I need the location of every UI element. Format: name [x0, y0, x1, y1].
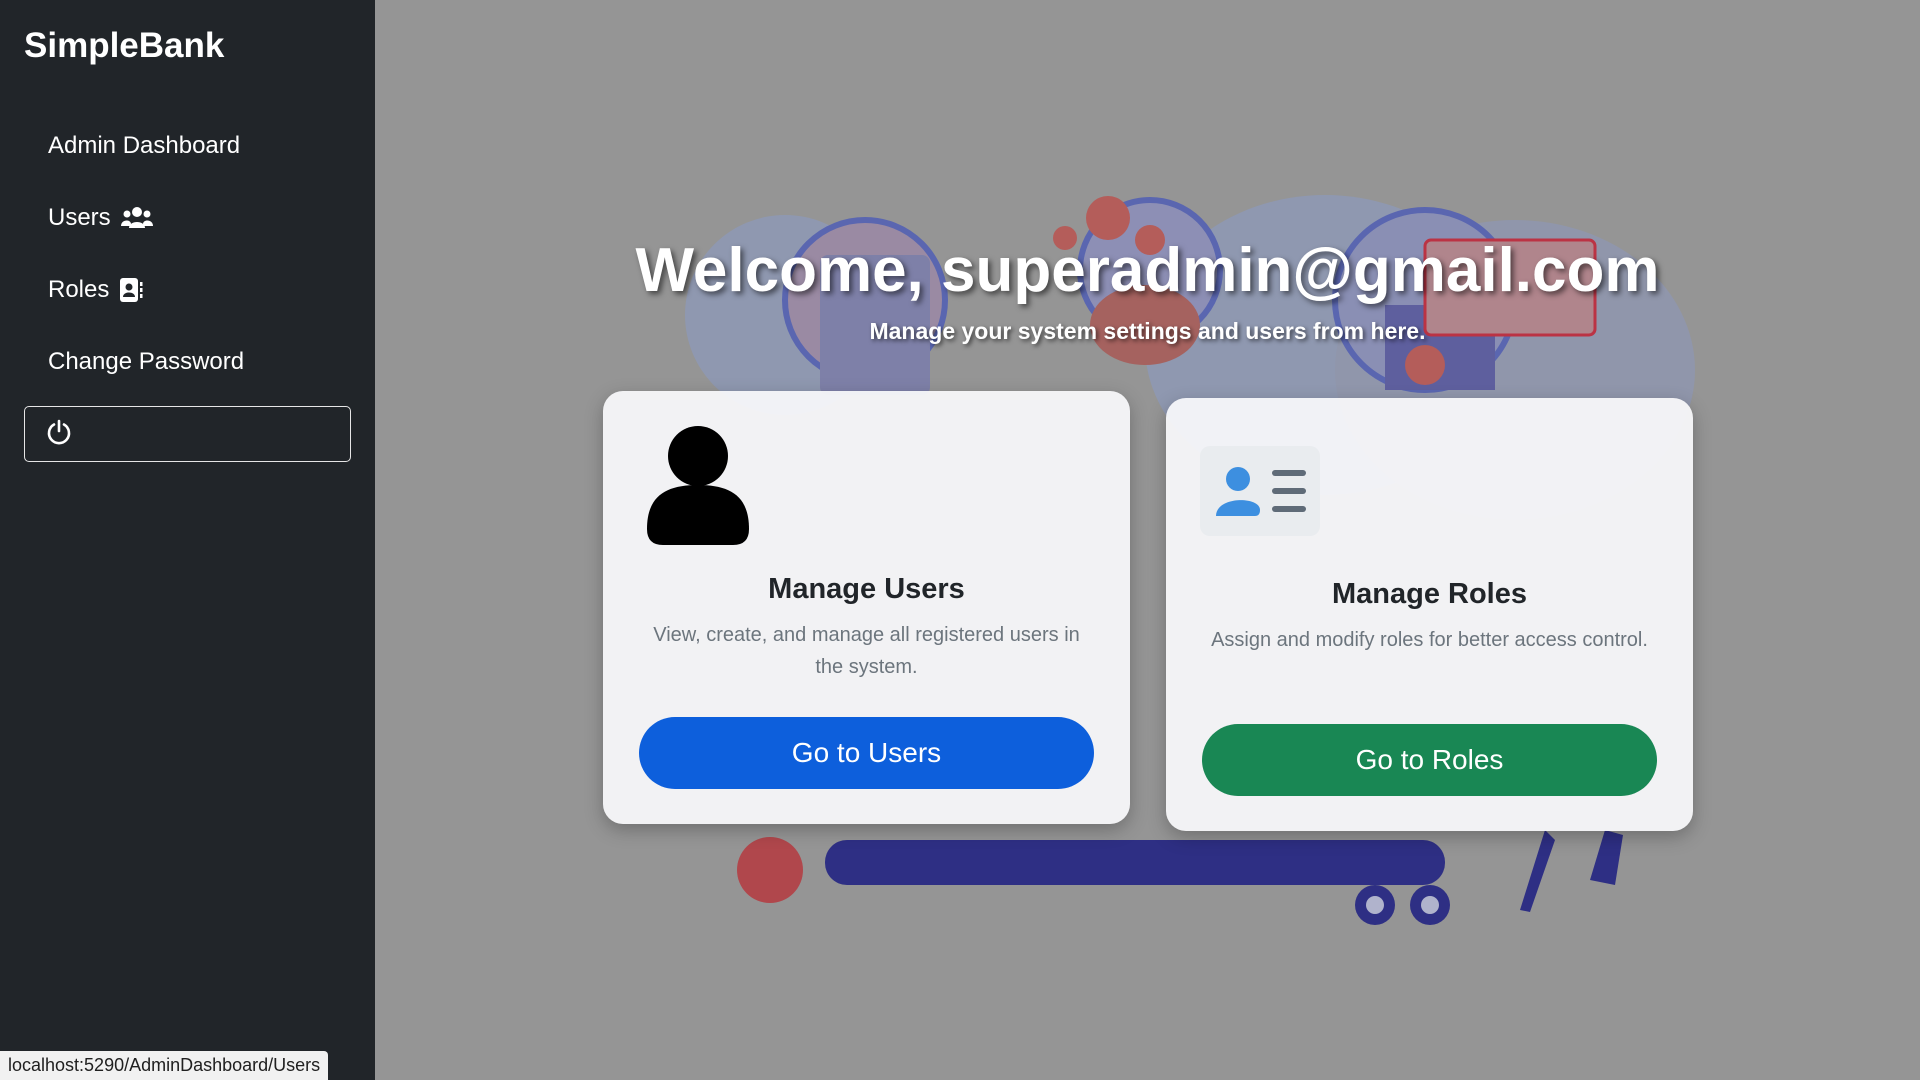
logout-button[interactable] — [24, 406, 351, 462]
sidebar: SimpleBank Admin Dashboard Users Roles C… — [0, 0, 375, 1080]
sidebar-item-label: Roles — [48, 276, 110, 303]
go-to-users-button[interactable]: Go to Users — [639, 717, 1094, 789]
main-content: Welcome, superadmin@gmail.com Manage you… — [375, 0, 1920, 1080]
sidebar-item-users[interactable]: Users — [24, 182, 351, 254]
sidebar-item-label: Admin Dashboard — [48, 132, 241, 159]
manage-roles-card: Manage Roles Assign and modify roles for… — [1166, 398, 1693, 831]
sidebar-item-roles[interactable]: Roles — [24, 254, 351, 326]
app: SimpleBank Admin Dashboard Users Roles C… — [0, 0, 1920, 1080]
users-icon — [120, 206, 153, 230]
status-bar-url: localhost:5290/AdminDashboard/Users — [0, 1051, 329, 1080]
go-to-roles-button[interactable]: Go to Roles — [1202, 724, 1657, 796]
manage-users-card: Manage Users View, create, and manage al… — [603, 391, 1130, 824]
sidebar-item-admin-dashboard[interactable]: Admin Dashboard — [24, 110, 351, 182]
sidebar-item-change-password[interactable]: Change Password — [24, 326, 351, 398]
brand-title: SimpleBank — [24, 26, 225, 65]
sidebar-item-label: Users — [48, 204, 111, 231]
card-title: Manage Users — [768, 573, 965, 605]
welcome-heading: Welcome, superadmin@gmail.com — [635, 236, 1660, 305]
card-title: Manage Roles — [1332, 578, 1527, 610]
welcome-subtitle: Manage your system settings and users fr… — [869, 318, 1426, 344]
card-description: View, create, and manage all registered … — [653, 624, 1080, 678]
user-icon — [647, 425, 749, 554]
power-icon — [45, 418, 73, 451]
id-card-icon — [119, 277, 143, 303]
sidebar-item-label: Change Password — [48, 348, 245, 375]
sidebar-nav: Admin Dashboard Users Roles Change Passw… — [24, 110, 351, 462]
card-description: Assign and modify roles for better acces… — [1211, 629, 1648, 651]
roles-icon — [1200, 446, 1320, 541]
